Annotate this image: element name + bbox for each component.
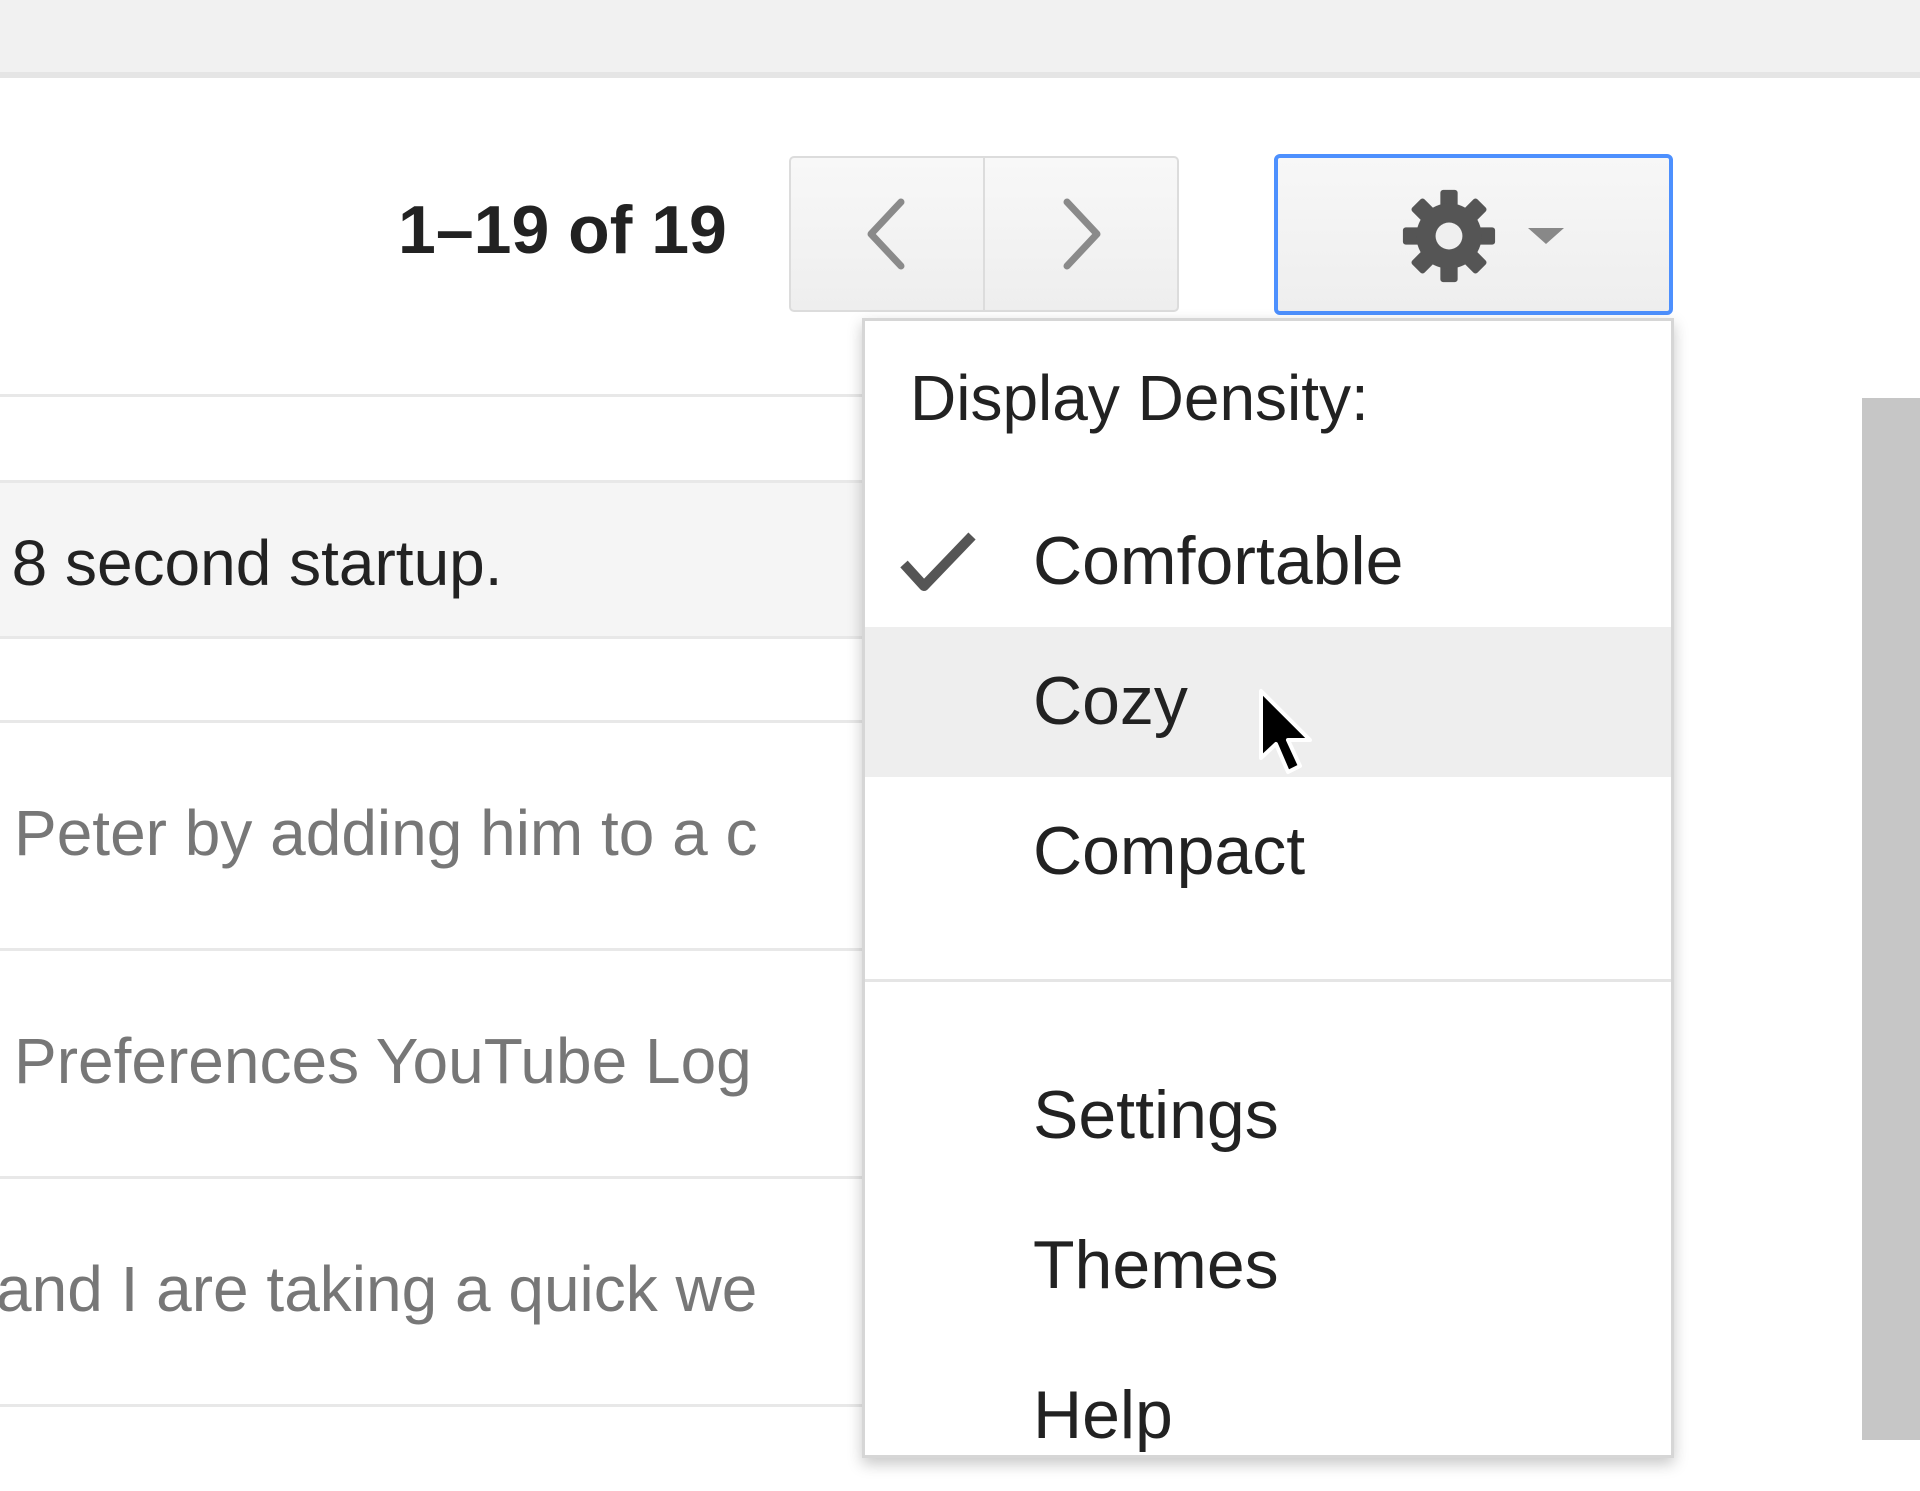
menu-item-label: Themes [1033, 1227, 1279, 1303]
message-snippet: : 8 second startup. [0, 527, 503, 599]
checkmark-icon [900, 532, 976, 591]
row-divider [0, 636, 880, 639]
chevron-left-icon [867, 198, 905, 270]
message-row[interactable]: and I are taking a quick we [0, 1179, 880, 1404]
gear-icon [1402, 189, 1496, 283]
display-density-heading: Display Density: [910, 362, 1369, 434]
settings-menu: Display Density: Comfortable Cozy Compac… [862, 318, 1674, 1458]
newer-button[interactable] [983, 158, 1177, 310]
menu-separator [865, 979, 1671, 982]
menu-item-label: Comfortable [1033, 523, 1404, 599]
menu-item-settings[interactable]: Settings [865, 1041, 1671, 1191]
chevron-right-icon [1063, 198, 1101, 270]
mouse-cursor-icon [1259, 689, 1312, 774]
top-toolbar-strip [0, 0, 1920, 78]
menu-item-comfortable[interactable]: Comfortable [865, 487, 1671, 637]
row-divider [0, 480, 880, 483]
menu-item-compact[interactable]: Compact [865, 777, 1671, 927]
list-divider [0, 394, 880, 397]
menu-item-label: Help [1033, 1377, 1173, 1453]
scrollbar-track[interactable] [1862, 398, 1920, 1440]
menu-item-label: Compact [1033, 813, 1306, 889]
menu-item-label: Cozy [1033, 663, 1188, 739]
page-count: 1–19 of 19 [398, 192, 727, 268]
message-snippet: Peter by adding him to a c [14, 797, 758, 869]
message-row[interactable]: : 8 second startup. [0, 482, 880, 636]
older-button[interactable] [791, 158, 983, 310]
settings-gear-button[interactable] [1274, 154, 1673, 315]
row-divider [0, 1404, 880, 1407]
message-row[interactable]: Preferences YouTube Log [0, 951, 880, 1176]
pager-buttons [789, 156, 1179, 312]
menu-item-help[interactable]: Help [865, 1341, 1671, 1491]
message-snippet: and I are taking a quick we [0, 1253, 758, 1325]
menu-item-themes[interactable]: Themes [865, 1191, 1671, 1341]
caret-down-icon [1528, 228, 1564, 244]
menu-item-label: Settings [1033, 1077, 1279, 1153]
message-snippet: Preferences YouTube Log [14, 1025, 752, 1097]
message-row[interactable]: Peter by adding him to a c [0, 723, 880, 948]
